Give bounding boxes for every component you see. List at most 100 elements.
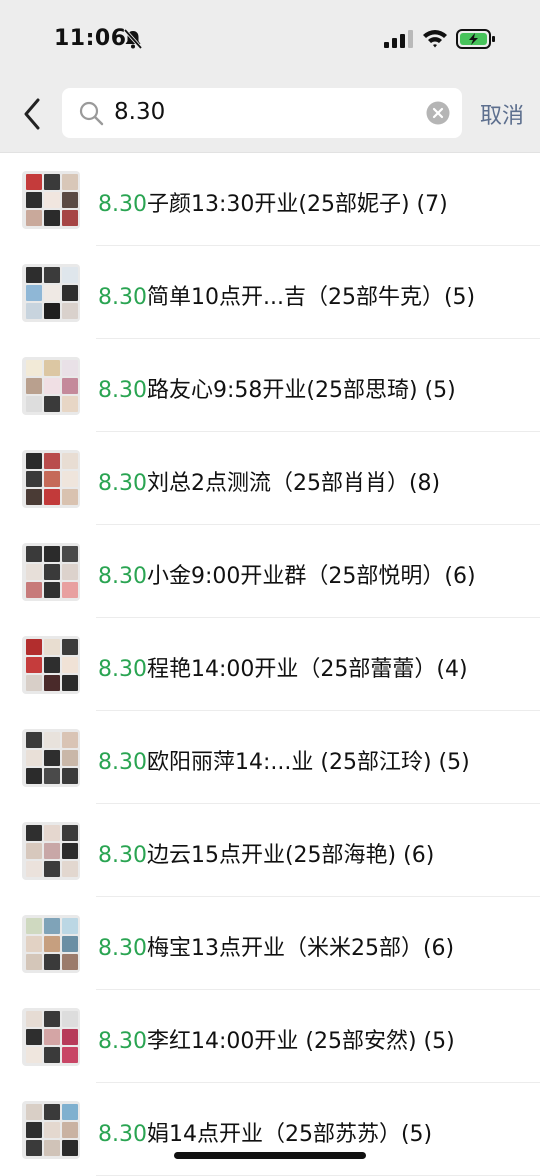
avatar-tile: [44, 918, 60, 934]
avatar-tile: [26, 675, 42, 691]
avatar-tile: [26, 1122, 42, 1138]
avatar-tile: [62, 732, 78, 748]
avatar-tile: [62, 954, 78, 970]
avatar-tile: [26, 210, 42, 226]
avatar-tile: [62, 192, 78, 208]
group-avatar: [22, 357, 80, 415]
avatar-tile: [44, 360, 60, 376]
avatar-tile: [44, 1122, 60, 1138]
avatar-tile: [26, 918, 42, 934]
avatar-tile: [44, 396, 60, 412]
result-highlight: 8.30: [98, 564, 147, 589]
search-result-row[interactable]: 8.30刘总2点测流（25部肖肖）(8): [0, 432, 540, 525]
avatar-tile: [44, 1011, 60, 1027]
search-result-row[interactable]: 8.30欧阳丽萍14:...业 (25部江玲) (5): [0, 711, 540, 804]
avatar-tile: [26, 1029, 42, 1045]
avatar-tile: [26, 192, 42, 208]
avatar-tile: [44, 750, 60, 766]
avatar-tile: [26, 489, 42, 505]
avatar-tile: [44, 1047, 60, 1063]
avatar-tile: [62, 639, 78, 655]
result-title: 8.30李红14:00开业 (25部安然) (5): [98, 1023, 455, 1055]
avatar-tile: [44, 378, 60, 394]
result-highlight: 8.30: [98, 936, 147, 961]
avatar-tile: [26, 582, 42, 598]
avatar-tile: [26, 1047, 42, 1063]
back-chevron-icon[interactable]: [20, 96, 46, 132]
avatar-tile: [44, 1029, 60, 1045]
search-input[interactable]: 8.30: [62, 88, 462, 138]
avatar-tile: [26, 639, 42, 655]
result-title: 8.30简单10点开...吉（25部牛克）(5): [98, 279, 475, 311]
result-highlight: 8.30: [98, 750, 147, 775]
avatar-tile: [62, 675, 78, 691]
avatar-tile: [62, 1140, 78, 1156]
avatar-tile: [44, 582, 60, 598]
avatar-tile: [62, 489, 78, 505]
search-result-row[interactable]: 8.30子颜13:30开业(25部妮子) (7): [0, 153, 540, 246]
group-avatar: [22, 450, 80, 508]
result-highlight: 8.30: [98, 471, 147, 496]
avatar-tile: [44, 285, 60, 301]
avatar-tile: [62, 582, 78, 598]
avatar-tile: [62, 378, 78, 394]
search-result-row[interactable]: 8.30路友心9:58开业(25部思琦) (5): [0, 339, 540, 432]
result-rest: 路友心9:58开业(25部思琦) (5): [146, 378, 456, 403]
result-highlight: 8.30: [98, 1122, 147, 1147]
avatar-tile: [62, 843, 78, 859]
group-avatar: [22, 1008, 80, 1066]
search-result-row[interactable]: 8.30梅宝13点开业（米米25部）(6): [0, 897, 540, 990]
search-result-row[interactable]: 8.30娟14点开业（25部苏苏）(5): [0, 1083, 540, 1176]
avatar-tile: [62, 825, 78, 841]
avatar-tile: [26, 396, 42, 412]
avatar-tile: [26, 285, 42, 301]
result-rest: 简单10点开...吉（25部牛克）(5): [146, 285, 476, 310]
avatar-tile: [26, 1104, 42, 1120]
search-result-row[interactable]: 8.30小金9:00开业群（25部悦明）(6): [0, 525, 540, 618]
status-time: 11:06: [54, 26, 127, 51]
search-query: 8.30: [114, 99, 166, 125]
avatar-tile: [44, 489, 60, 505]
avatar-tile: [62, 471, 78, 487]
result-rest: 欧阳丽萍14:...业 (25部江玲) (5): [146, 750, 470, 775]
avatar-tile: [26, 360, 42, 376]
result-rest: 程艳14:00开业（25部蕾蕾）(4): [146, 657, 468, 682]
avatar-tile: [26, 750, 42, 766]
battery-charging-icon: [456, 29, 495, 49]
search-results-list: 8.30子颜13:30开业(25部妮子) (7) 8.30简单10点开...吉（2…: [0, 153, 540, 1176]
avatar-tile: [26, 453, 42, 469]
search-result-row[interactable]: 8.30程艳14:00开业（25部蕾蕾）(4): [0, 618, 540, 711]
avatar-tile: [44, 210, 60, 226]
avatar-tile: [62, 285, 78, 301]
search-icon: [79, 101, 104, 126]
search-result-row[interactable]: 8.30边云15点开业(25部海艳) (6): [0, 804, 540, 897]
result-highlight: 8.30: [98, 285, 147, 310]
avatar-tile: [62, 1029, 78, 1045]
result-title: 8.30梅宝13点开业（米米25部）(6): [98, 930, 454, 962]
clear-icon[interactable]: [426, 101, 450, 125]
group-avatar: [22, 729, 80, 787]
avatar-tile: [62, 360, 78, 376]
avatar-tile: [62, 546, 78, 562]
avatar-tile: [62, 657, 78, 673]
avatar-tile: [26, 936, 42, 952]
result-rest: 梅宝13点开业（米米25部）(6): [146, 936, 455, 961]
avatar-tile: [44, 675, 60, 691]
avatar-tile: [26, 267, 42, 283]
search-result-row[interactable]: 8.30李红14:00开业 (25部安然) (5): [0, 990, 540, 1083]
top-bar: 11:06 8.30 取消: [0, 0, 540, 153]
home-indicator: [174, 1152, 366, 1159]
result-title: 8.30小金9:00开业群（25部悦明）(6): [98, 558, 476, 590]
group-avatar: [22, 822, 80, 880]
search-result-row[interactable]: 8.30简单10点开...吉（25部牛克）(5): [0, 246, 540, 339]
avatar-tile: [44, 174, 60, 190]
avatar-tile: [44, 453, 60, 469]
avatar-tile: [62, 1104, 78, 1120]
result-title: 8.30子颜13:30开业(25部妮子) (7): [98, 186, 448, 218]
cancel-button[interactable]: 取消: [480, 98, 524, 130]
avatar-tile: [62, 768, 78, 784]
result-rest: 边云15点开业(25部海艳) (6): [146, 843, 435, 868]
result-title: 8.30娟14点开业（25部苏苏）(5): [98, 1116, 432, 1148]
avatar-tile: [26, 657, 42, 673]
result-rest: 小金9:00开业群（25部悦明）(6): [146, 564, 476, 589]
